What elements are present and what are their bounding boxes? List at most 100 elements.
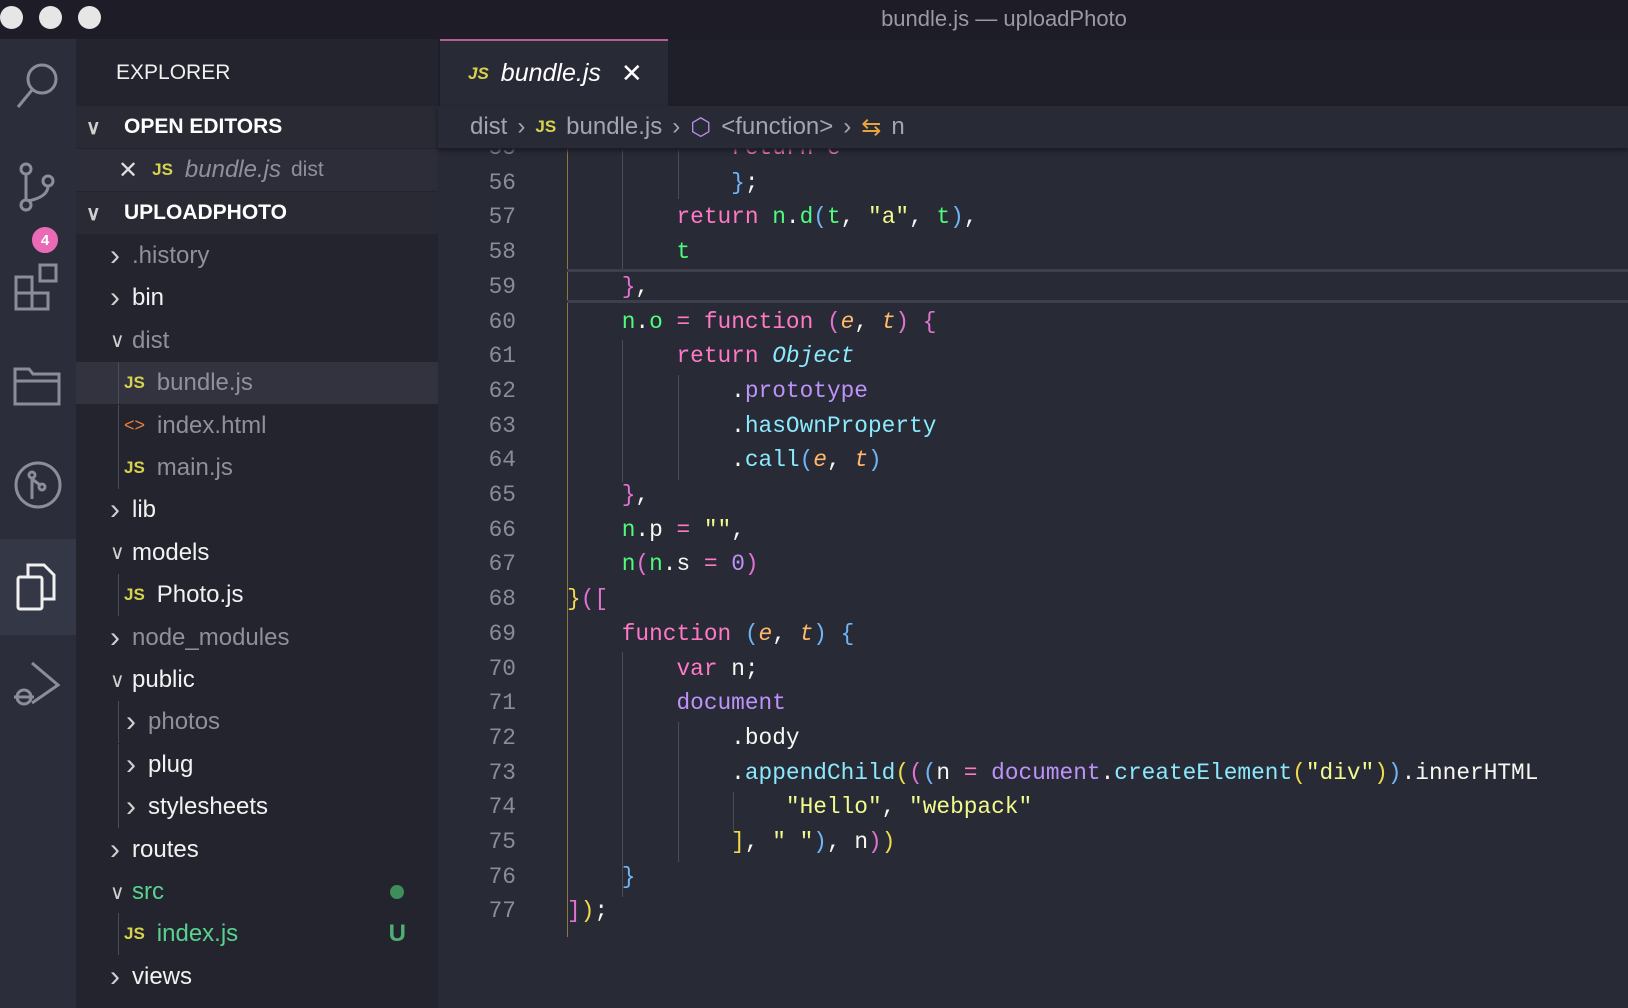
tree-item[interactable]: › plug — [76, 743, 438, 786]
tree-item-label: views — [132, 962, 193, 990]
chevron-right-icon: › — [110, 959, 120, 993]
line-number: 72 — [488, 724, 516, 751]
tab-bundle-js[interactable]: JS bundle.js ✕ — [440, 39, 668, 106]
code-token: n — [854, 829, 869, 855]
tree-item[interactable]: › stylesheets — [76, 786, 438, 829]
code-token: function — [621, 620, 745, 647]
code-token: s — [676, 551, 691, 578]
close-tab-icon[interactable]: ✕ — [621, 58, 643, 89]
tree-item[interactable]: › photos — [76, 701, 438, 744]
window-title: bundle.js — uploadPhoto — [881, 6, 1127, 31]
tree-item[interactable]: › .history — [76, 235, 438, 277]
chevron-right-icon: › — [110, 620, 120, 654]
code-line: 61 return Object — [438, 339, 1628, 374]
line-number: 71 — [488, 690, 516, 717]
project-header[interactable]: ∨ UPLOADPHOTO — [76, 192, 438, 234]
tree-item[interactable]: ∨ src — [76, 871, 438, 913]
tree-item[interactable]: ∨ dist — [76, 320, 438, 362]
code-token: . — [731, 759, 745, 786]
open-editor-item[interactable]: ✕ JS bundle.js dist — [76, 149, 438, 191]
code-line: 65 }, — [438, 478, 1628, 513]
open-editors-header[interactable]: ∨ OPEN EDITORS — [76, 106, 438, 148]
chevron-right-icon: › — [672, 113, 681, 140]
line-number: 61 — [488, 343, 516, 370]
js-file-icon: JS — [468, 63, 489, 83]
code-token: n — [731, 655, 745, 682]
tree-item-label: src — [132, 878, 164, 905]
code-token: ; — [594, 898, 609, 925]
code-line: 64 .call(e, t) — [438, 443, 1628, 478]
chevron-down-icon: ∨ — [110, 542, 125, 565]
chevron-down-icon: ∨ — [86, 116, 101, 139]
code-token: } — [567, 586, 581, 613]
code-token: ( — [744, 620, 759, 647]
close-icon[interactable]: ✕ — [118, 156, 138, 185]
code-token: } — [621, 273, 636, 300]
code-token: return e — [731, 147, 841, 161]
tree-item[interactable]: › lib — [76, 489, 438, 531]
breadcrumb-file[interactable]: bundle.js — [566, 113, 662, 141]
code-line: 62 .prototype — [438, 374, 1628, 409]
tree-item[interactable]: JS index.js U — [76, 913, 438, 956]
tree-item[interactable]: › views — [76, 956, 438, 998]
code-token: n — [621, 308, 636, 335]
breadcrumb-dist[interactable]: dist — [470, 113, 507, 141]
tree-item-label: routes — [132, 835, 199, 863]
line-number: 62 — [488, 377, 516, 404]
code-token: = — [662, 516, 704, 543]
breadcrumb-function[interactable]: <function> — [721, 113, 833, 141]
tab-bar: JS bundle.js ✕ — [438, 39, 1628, 106]
code-line: 66 n.p = "", — [438, 513, 1628, 548]
explorer-icon[interactable] — [0, 539, 76, 635]
explorer-sidebar: EXPLORER ∨ OPEN EDITORS ✕ JS bundle.js di… — [76, 39, 438, 1008]
tree-item[interactable]: JS bundle.js — [76, 362, 438, 405]
code-token: ; — [744, 169, 759, 196]
extensions-icon[interactable] — [0, 239, 76, 335]
js-file-icon: JS — [152, 160, 173, 179]
code-token: hasOwnProperty — [744, 412, 937, 439]
code-area[interactable]: 55 return e 56 }; 57 return n.d(t, "a", t)… — [438, 147, 1628, 1008]
line-number: 57 — [488, 204, 516, 231]
breadcrumb-symbol[interactable]: n — [891, 113, 904, 141]
code-token: ( — [826, 308, 841, 335]
code-line: 77]); — [438, 894, 1628, 929]
code-token: t — [676, 239, 691, 266]
chevron-right-icon: › — [126, 705, 136, 739]
code-token: ( — [799, 447, 814, 474]
folder-icon[interactable] — [0, 337, 76, 433]
tree-item[interactable]: JS Photo.js — [76, 574, 438, 617]
code-token: p — [649, 516, 663, 543]
tree-item[interactable]: <> index.html — [76, 404, 438, 447]
code-token: = — [690, 551, 732, 578]
tab-label: bundle.js — [500, 59, 601, 87]
line-number: 59 — [488, 273, 516, 300]
run-debug-icon[interactable] — [0, 637, 76, 733]
code-token: ( — [813, 204, 827, 231]
code-token: call — [744, 447, 800, 474]
tree-item[interactable]: ∨ public — [76, 659, 438, 701]
code-token: return — [676, 343, 773, 370]
search-icon[interactable] — [0, 39, 76, 135]
code-token: o — [649, 308, 663, 335]
code-token: n — [649, 551, 663, 578]
chevron-down-icon: ∨ — [86, 202, 101, 225]
tree-item[interactable]: › routes — [76, 829, 438, 871]
tree-item[interactable]: › node_modules — [76, 617, 438, 659]
js-file-icon: JS — [124, 373, 145, 393]
source-control-icon[interactable] — [0, 139, 76, 235]
tree-item[interactable]: › bin — [76, 277, 438, 319]
code-token: .innerHTML — [1401, 759, 1539, 786]
git-graph-icon[interactable] — [0, 437, 76, 533]
tree-item[interactable]: ∨ models — [76, 532, 438, 574]
code-token: . — [785, 204, 800, 231]
tree-item[interactable]: JS main.js — [76, 447, 438, 489]
